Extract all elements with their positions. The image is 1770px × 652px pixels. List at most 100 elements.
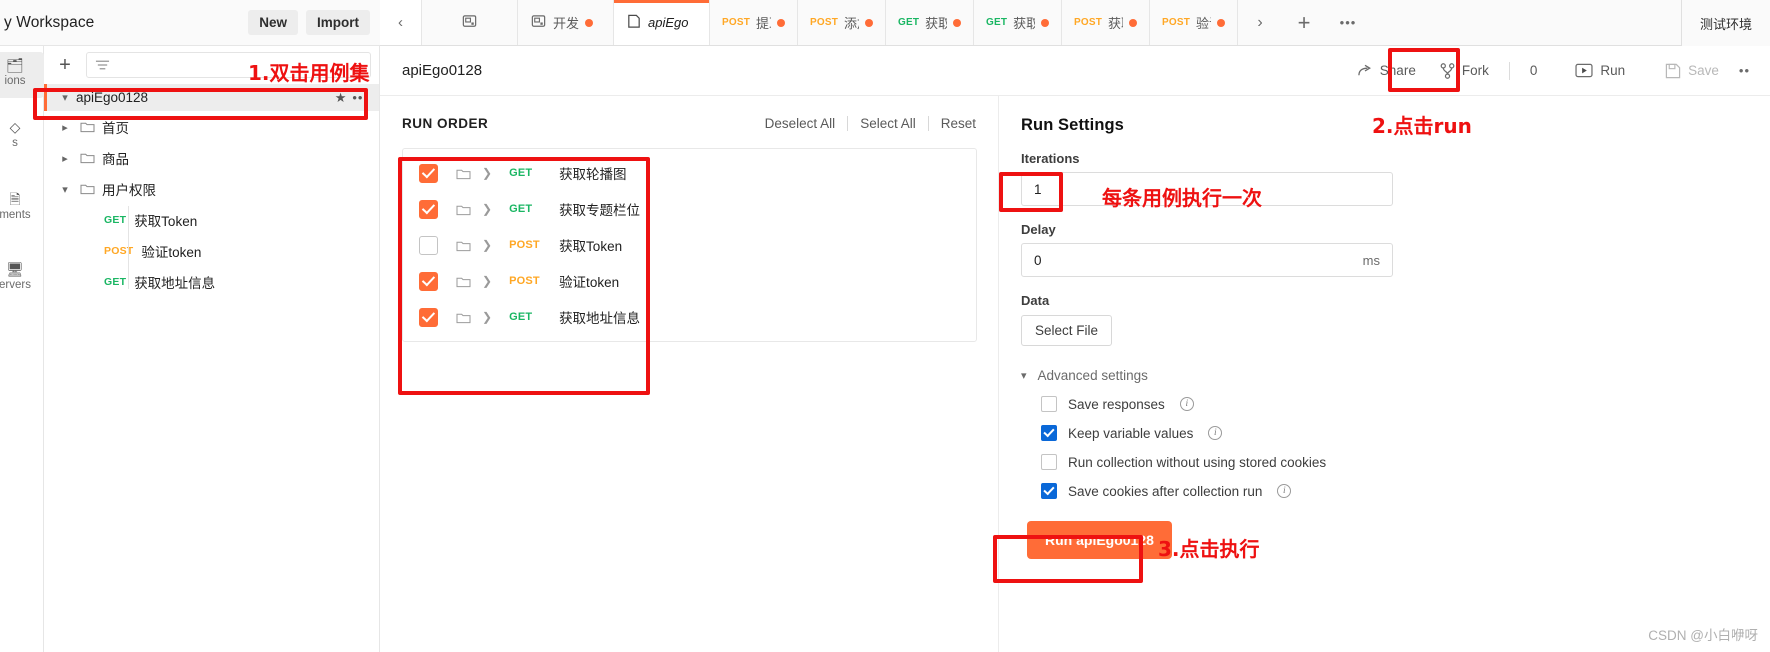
- tab-label: 获取: [1013, 16, 1035, 31]
- folder-icon: [80, 182, 95, 195]
- info-icon[interactable]: i: [1208, 426, 1223, 440]
- run-order-item[interactable]: ❯ GET 获取轮播图: [403, 155, 976, 191]
- tree-row-folder[interactable]: ▸ 商品: [44, 142, 379, 173]
- tree-row-folder[interactable]: ▸ 首页: [44, 111, 379, 142]
- select-all-button[interactable]: Select All: [848, 116, 928, 131]
- chevron-right-icon[interactable]: ▸: [54, 152, 76, 165]
- chevron-right-icon[interactable]: ❯: [482, 238, 492, 252]
- tree-row-request[interactable]: GET 获取地址信息: [44, 266, 379, 297]
- tab-request-4[interactable]: GET 获取: [974, 0, 1062, 45]
- tab-request-5[interactable]: POST 获取: [1062, 0, 1150, 45]
- star-icon[interactable]: ★: [335, 90, 347, 106]
- info-icon[interactable]: i: [1277, 484, 1292, 498]
- folder-icon: [456, 275, 471, 288]
- sidebar-item-collections[interactable]: 🗂 ions: [0, 52, 44, 98]
- fork-count: 0: [1529, 63, 1538, 78]
- share-button[interactable]: Share: [1347, 58, 1426, 83]
- tree-row-folder[interactable]: ▾ 用户权限: [44, 173, 379, 204]
- option-save-cookies-after-run[interactable]: Save cookies after collection run i: [1041, 483, 1746, 499]
- save-label: Save: [1688, 63, 1719, 78]
- advanced-settings-toggle[interactable]: ▾ Advanced settings: [1021, 368, 1746, 383]
- new-button[interactable]: New: [248, 10, 298, 35]
- run-order-item[interactable]: ❯ GET 获取专题栏位: [403, 191, 976, 227]
- run-order-item[interactable]: ❯ POST 获取Token: [403, 227, 976, 263]
- run-order-item[interactable]: ❯ POST 验证token: [403, 263, 976, 299]
- chevron-right-icon[interactable]: ❯: [482, 166, 492, 180]
- annotation-step3: 3.点击执行: [1158, 537, 1260, 561]
- new-tab-button[interactable]: +: [1282, 0, 1326, 46]
- collection-header-actions: Share Fork 0 Run Save ••: [1347, 58, 1756, 84]
- run-order-item-checkbox[interactable]: [419, 163, 438, 183]
- tab-label: 开发: [553, 16, 580, 31]
- tab-untitled[interactable]: [422, 0, 518, 45]
- tab-more-options-icon[interactable]: •••: [1326, 0, 1370, 46]
- run-button[interactable]: Run: [1565, 58, 1635, 83]
- chevron-down-icon[interactable]: ▾: [54, 183, 76, 196]
- keep-variable-values-checkbox[interactable]: [1041, 425, 1057, 441]
- new-item-button[interactable]: +: [52, 55, 78, 75]
- iterations-label: Iterations: [1021, 151, 1080, 166]
- tab-request-1[interactable]: POST 提耳: [710, 0, 798, 45]
- tree-row-request[interactable]: POST 验证token: [44, 235, 379, 266]
- chevron-right-icon[interactable]: ❯: [482, 310, 492, 324]
- option-save-responses[interactable]: Save responses i: [1041, 396, 1746, 412]
- fork-label: Fork: [1461, 63, 1489, 78]
- tree-row-request[interactable]: GET 获取Token: [44, 204, 379, 235]
- option-keep-variable-values[interactable]: Keep variable values i: [1041, 425, 1746, 441]
- tabs-scroll-left-button[interactable]: ‹: [380, 0, 422, 45]
- run-without-stored-cookies-checkbox[interactable]: [1041, 454, 1057, 470]
- sidebar-item-environments[interactable]: 🗎 ments: [0, 186, 44, 232]
- run-order-actions: Deselect All Select All Reset: [753, 116, 976, 131]
- sidebar-item-mock-servers[interactable]: 🖥 ervers: [0, 256, 44, 302]
- option-label: Save cookies after collection run: [1068, 483, 1263, 499]
- tab-request-2[interactable]: POST 添加: [798, 0, 886, 45]
- run-order-item[interactable]: ❯ GET 获取地址信息: [403, 299, 976, 335]
- chevron-right-icon[interactable]: ❯: [482, 274, 492, 288]
- select-file-button[interactable]: Select File: [1021, 315, 1113, 346]
- option-label: Save responses: [1068, 396, 1165, 412]
- method-badge: GET: [509, 203, 533, 215]
- method-badge: GET: [509, 311, 533, 323]
- tab-request-3[interactable]: GET 获取: [886, 0, 974, 45]
- save-button[interactable]: Save: [1655, 58, 1729, 84]
- chevron-right-icon[interactable]: ▸: [54, 121, 76, 134]
- tab-request-6[interactable]: POST 验证: [1150, 0, 1238, 45]
- more-options-icon[interactable]: •••: [352, 90, 369, 105]
- run-order-item-label: 验证token: [559, 275, 620, 290]
- run-collection-button[interactable]: Run apiEgo0128: [1027, 521, 1172, 559]
- tree-guide-line: [128, 206, 129, 289]
- tab-dev[interactable]: 开发: [518, 0, 614, 45]
- tabs-scroll-right-button[interactable]: ›: [1238, 0, 1282, 46]
- tab-label: 提耳: [756, 16, 771, 31]
- sidebar-item-apis[interactable]: ◇ s: [0, 114, 44, 160]
- run-order-item-checkbox[interactable]: [419, 199, 438, 219]
- option-run-without-stored-cookies[interactable]: Run collection without using stored cook…: [1041, 454, 1746, 470]
- deselect-all-button[interactable]: Deselect All: [753, 116, 848, 131]
- run-order-item-checkbox[interactable]: [419, 307, 438, 327]
- option-label: Keep variable values: [1068, 425, 1194, 441]
- fork-button[interactable]: Fork: [1430, 58, 1499, 84]
- folder-icon: [456, 239, 471, 252]
- run-order-item-checkbox[interactable]: [419, 271, 438, 291]
- reset-button[interactable]: Reset: [929, 116, 976, 131]
- save-responses-checkbox[interactable]: [1041, 396, 1057, 412]
- chevron-right-icon[interactable]: ❯: [482, 202, 492, 216]
- method-badge: GET: [986, 17, 1008, 28]
- run-order-item-checkbox[interactable]: [419, 235, 438, 255]
- environment-selector[interactable]: 测试环境: [1680, 0, 1770, 46]
- unsaved-dot-icon: [1217, 18, 1225, 27]
- delay-unit: ms: [1362, 252, 1380, 268]
- import-button[interactable]: Import: [306, 10, 370, 35]
- apis-icon: ◇: [9, 119, 21, 135]
- unsaved-dot-icon: [1041, 18, 1049, 27]
- header-more-options-icon[interactable]: ••: [1733, 63, 1756, 78]
- chevron-down-icon[interactable]: ▾: [54, 91, 76, 104]
- info-icon[interactable]: i: [1179, 397, 1194, 411]
- delay-input[interactable]: 0 ms: [1021, 243, 1393, 277]
- run-order-item-label: 获取轮播图: [559, 167, 627, 182]
- left-nav: 🗂 ions ◇ s 🗎 ments 🖥 ervers: [0, 46, 44, 652]
- tree-row-collection-root[interactable]: ▾ apiEgo0128 ★ •••: [44, 84, 379, 111]
- method-badge: POST: [509, 239, 540, 251]
- save-cookies-after-run-checkbox[interactable]: [1041, 483, 1057, 499]
- tab-collection-apiego[interactable]: apiEgo: [614, 0, 710, 45]
